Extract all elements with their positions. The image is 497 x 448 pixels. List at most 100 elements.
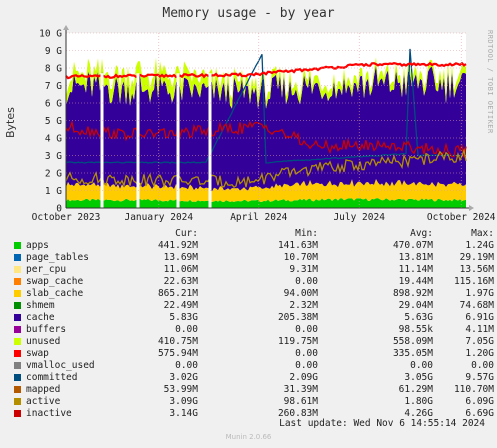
y-tick-label: 2 G <box>45 169 62 180</box>
header-max: Max: <box>471 228 494 239</box>
legend-label: active <box>26 396 61 407</box>
legend-swatch <box>14 242 21 249</box>
legend-max-value: 7.05G <box>465 336 494 347</box>
legend-min-value: 9.31M <box>289 264 318 275</box>
legend-max-value: 74.68M <box>459 300 494 311</box>
legend-max-value: 6.09G <box>465 396 494 407</box>
legend-max-value: 1.24G <box>465 240 494 251</box>
legend-label: shmem <box>26 300 55 311</box>
legend-max-value: 29.19M <box>459 252 494 263</box>
x-tick-label: January 2024 <box>124 212 193 223</box>
legend-swatch <box>14 314 21 321</box>
y-axis-arrow <box>63 25 69 30</box>
legend-min-value: 205.38M <box>277 312 318 323</box>
legend-label: unused <box>26 336 61 347</box>
legend-label: slab_cache <box>26 288 84 299</box>
legend-label: swap_cache <box>26 276 84 287</box>
y-tick-label: 4 G <box>45 134 62 145</box>
legend-item-slab_cache: slab_cache 865.21M 94.00M 898.92M 1.97G <box>12 288 494 300</box>
legend-label: per_cpu <box>26 264 67 275</box>
legend-min-value: 0.00 <box>295 348 318 359</box>
legend-label: mapped <box>26 384 61 395</box>
legend-cur-value: 3.14G <box>169 408 198 419</box>
legend-cur-value: 410.75M <box>157 336 198 347</box>
legend-item-swap_cache: swap_cache 22.63M 0.00 19.44M 115.16M <box>12 276 494 288</box>
legend-min-value: 2.32M <box>289 300 318 311</box>
legend-cur-value: 22.63M <box>163 276 198 287</box>
legend-min-value: 119.75M <box>277 336 318 347</box>
legend-swatch <box>14 326 21 333</box>
legend-max-value: 110.70M <box>453 384 494 395</box>
legend-item-vmalloc_used: vmalloc_used 0.00 0.00 0.00 0.00 <box>12 360 494 372</box>
legend-label: cache <box>26 312 55 323</box>
legend-min-value: 141.63M <box>277 240 318 251</box>
legend-max-value: 13.56M <box>459 264 494 275</box>
legend-max-value: 1.20G <box>465 348 494 359</box>
legend-swatch <box>14 290 21 297</box>
legend-min-value: 0.00 <box>295 276 318 287</box>
legend-item-page_tables: page_tables 13.69M 10.70M 13.81M 29.19M <box>12 252 494 264</box>
header-min: Min: <box>295 228 318 239</box>
legend-swatch <box>14 338 21 345</box>
legend-min-value: 98.61M <box>283 396 318 407</box>
legend: Cur: Min: Avg: Max: apps 441.92M 141.63M 47… <box>12 228 494 420</box>
legend-cur-value: 441.92M <box>157 240 198 251</box>
y-tick-label: 6 G <box>45 99 62 110</box>
legend-item-apps: apps 441.92M 141.63M 470.07M 1.24G <box>12 240 494 252</box>
legend-cur-value: 13.69M <box>163 252 198 263</box>
y-tick-label: 3 G <box>45 151 62 162</box>
legend-label: page_tables <box>26 252 89 263</box>
munin-version: Munin 2.0.66 <box>225 433 272 441</box>
x-axis-arrow <box>469 205 474 211</box>
header-cur: Cur: <box>175 228 198 239</box>
y-tick-label: 7 G <box>45 81 62 92</box>
legend-item-buffers: buffers 0.00 0.00 98.55k 4.11M <box>12 324 494 336</box>
legend-rows: apps 441.92M 141.63M 470.07M 1.24G page_table… <box>12 240 494 420</box>
y-tick-label: 10 G <box>39 29 62 40</box>
chart-plot: 01 G2 G3 G4 G5 G6 G7 G8 G9 G10 GOctober … <box>32 25 496 223</box>
data-gap <box>100 73 104 208</box>
y-tick-label: 5 G <box>45 116 62 127</box>
data-gap <box>176 73 180 208</box>
legend-swatch <box>14 266 21 273</box>
legend-max-value: 0.00 <box>471 360 494 371</box>
legend-cur-value: 22.49M <box>163 300 198 311</box>
legend-max-value: 9.57G <box>465 372 494 383</box>
legend-item-committed: committed 3.02G 2.09G 3.05G 9.57G <box>12 372 494 384</box>
last-update: Last update: Wed Nov 6 14:55:14 2024 <box>279 418 485 429</box>
legend-item-swap: swap 575.94M 0.00 335.05M 1.20G <box>12 348 494 360</box>
legend-swatch <box>14 386 21 393</box>
legend-cur-value: 575.94M <box>157 348 198 359</box>
legend-swatch <box>14 302 21 309</box>
x-tick-label: April 2024 <box>230 212 287 223</box>
legend-header: Cur: Min: Avg: Max: <box>12 228 494 240</box>
legend-label: swap <box>26 348 49 359</box>
legend-cur-value: 53.99M <box>163 384 198 395</box>
legend-item-cache: cache 5.83G 205.38M 5.63G 6.91G <box>12 312 494 324</box>
legend-swatch <box>14 374 21 381</box>
legend-min-value: 31.39M <box>283 384 318 395</box>
legend-label: buffers <box>26 324 67 335</box>
x-tick-label: July 2024 <box>333 212 385 223</box>
legend-min-value: 0.00 <box>295 324 318 335</box>
legend-swatch <box>14 350 21 357</box>
legend-swatch <box>14 278 21 285</box>
legend-item-shmem: shmem 22.49M 2.32M 29.04M 74.68M <box>12 300 494 312</box>
legend-item-mapped: mapped 53.99M 31.39M 61.29M 110.70M <box>12 384 494 396</box>
legend-cur-value: 865.21M <box>157 288 198 299</box>
legend-swatch <box>14 254 21 261</box>
legend-max-value: 4.11M <box>465 324 494 335</box>
legend-label: apps <box>26 240 49 251</box>
legend-max-value: 1.97G <box>465 288 494 299</box>
legend-max-value: 115.16M <box>453 276 494 287</box>
legend-item-per_cpu: per_cpu 11.06M 9.31M 11.14M 13.56M <box>12 264 494 276</box>
legend-cur-value: 0.00 <box>175 360 198 371</box>
legend-max-value: 6.91G <box>465 312 494 323</box>
y-tick-label: 8 G <box>45 64 62 75</box>
data-gap <box>208 73 212 208</box>
legend-min-value: 10.70M <box>283 252 318 263</box>
legend-min-value: 0.00 <box>295 360 318 371</box>
x-tick-label: October 2024 <box>427 212 496 223</box>
legend-cur-value: 3.02G <box>169 372 198 383</box>
y-tick-label: 1 G <box>45 186 62 197</box>
